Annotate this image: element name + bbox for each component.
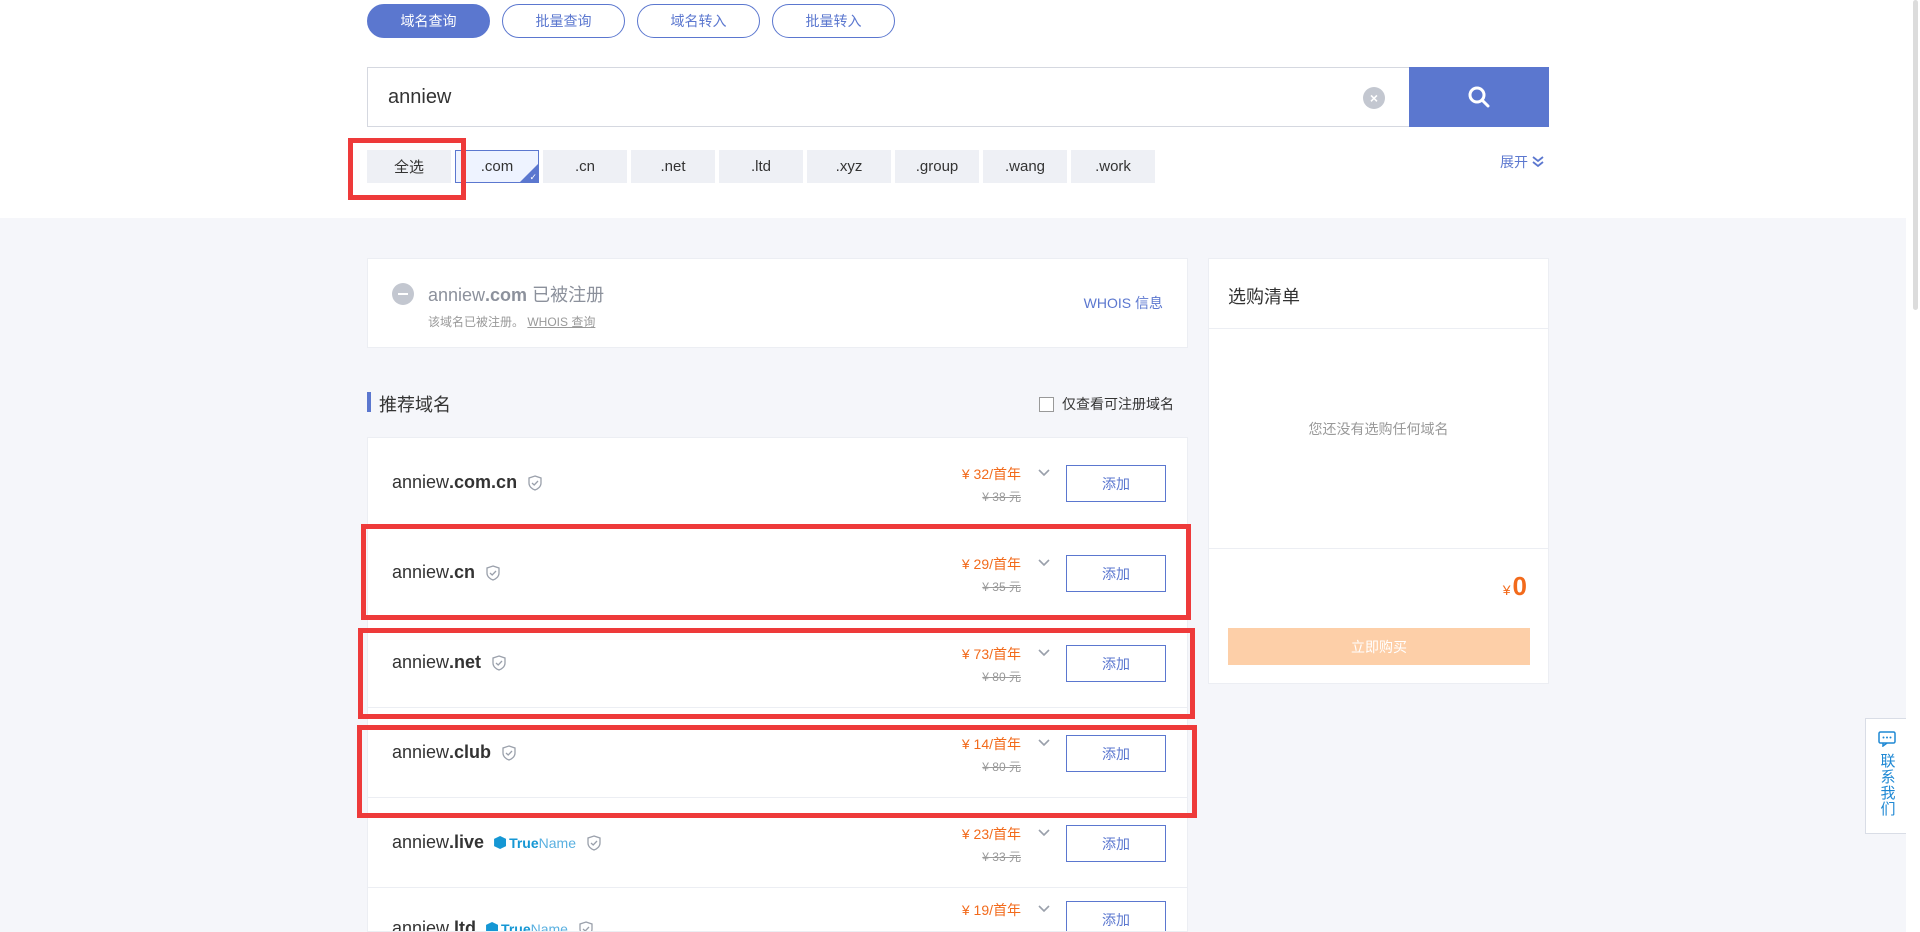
check-icon: ✓	[529, 172, 537, 182]
truename-badge: True Name	[486, 920, 568, 932]
recommend-header: 推荐域名 仅查看可注册域名	[367, 390, 1188, 415]
chat-icon	[1878, 731, 1896, 747]
domain-label: anniew	[392, 472, 450, 492]
only-available-label: 仅查看可注册域名	[1062, 396, 1174, 412]
price-original: ¥ 33 元	[982, 850, 1021, 864]
whois-info-link[interactable]: WHOIS 信息	[1084, 293, 1163, 313]
price-original: ¥ 38 元	[982, 490, 1021, 504]
domain-name: anniew.ltd True Name	[392, 918, 594, 932]
registered-title: anniew.com 已被注册	[428, 281, 604, 307]
buy-now-button[interactable]: 立即购买	[1228, 628, 1530, 665]
registered-suffix: .com	[485, 285, 528, 305]
domain-label: anniew	[392, 832, 450, 852]
scrollbar-thumb[interactable]	[1913, 0, 1918, 310]
list-item: anniew.com.cn ¥ 32/首年 ¥ 38 元 添加	[368, 438, 1187, 528]
domain-name: anniew.live True Name	[392, 832, 602, 853]
suffix-xyz[interactable]: .xyz	[807, 150, 891, 183]
truename-logo-icon	[494, 836, 507, 849]
search-icon	[1468, 86, 1490, 108]
truename-text: Name	[530, 920, 568, 932]
tab-batch-query[interactable]: 批量查询	[502, 4, 625, 38]
search-tabs: 域名查询 批量查询 域名转入 批量转入	[367, 4, 895, 38]
registered-note-text: 该域名已被注册。	[428, 315, 525, 329]
minus-icon	[392, 283, 414, 305]
highlight-box	[357, 725, 1197, 818]
price-first-year: ¥ 23/首年	[961, 826, 1021, 842]
cart-panel: 选购清单 您还没有选购任何域名 ¥ 0 立即购买	[1208, 258, 1549, 684]
only-available-checkbox[interactable]: 仅查看可注册域名	[1039, 394, 1174, 414]
domain-label: anniew	[392, 918, 450, 932]
chevron-down-icon[interactable]	[1037, 466, 1051, 480]
shield-icon	[528, 474, 542, 491]
search-panel: 域名查询 批量查询 域名转入 批量转入 × 全选 .com ✓ .cn .net…	[0, 0, 1920, 218]
shield-icon	[587, 834, 601, 851]
contact-us-float[interactable]: 联系我们	[1865, 718, 1909, 834]
currency-symbol: ¥	[1502, 582, 1511, 598]
contact-us-label: 联系我们	[1878, 753, 1896, 817]
suffix-ltd[interactable]: .ltd	[719, 150, 803, 183]
recommend-title: 推荐域名	[379, 395, 451, 415]
cart-empty-text: 您还没有选购任何域名	[1308, 421, 1449, 437]
domain-suffix: .live	[449, 832, 485, 852]
price-block: ¥ 19/首年	[962, 900, 1021, 920]
domain-suffix: .com.cn	[449, 472, 518, 492]
chevron-down-icon[interactable]	[1037, 826, 1051, 840]
price-block: ¥ 23/首年 ¥ 33 元	[962, 824, 1021, 865]
cart-title: 选购清单	[1228, 287, 1300, 307]
tab-batch-transfer[interactable]: 批量转入	[772, 4, 895, 38]
domain-search: ×	[367, 67, 1549, 127]
expand-toggle[interactable]: 展开	[1500, 152, 1544, 172]
total-amount: 0	[1512, 571, 1527, 601]
double-chevron-down-icon	[1532, 156, 1544, 168]
list-item: anniew.ltd True Name ¥ 19/首年 添加	[368, 888, 1187, 932]
highlight-box	[348, 138, 466, 200]
truename-text: True	[501, 920, 531, 932]
divider	[1209, 548, 1548, 549]
suffix-net[interactable]: .net	[631, 150, 715, 183]
suffix-label: .com	[480, 158, 514, 175]
checkbox-icon	[1039, 396, 1054, 412]
add-button[interactable]: 添加	[1066, 825, 1166, 862]
truename-badge: True Name	[494, 835, 576, 851]
suffix-group[interactable]: .group	[895, 150, 979, 183]
search-input[interactable]	[388, 85, 1288, 109]
shield-icon	[579, 920, 593, 931]
registered-name: anniew	[428, 285, 486, 305]
price-first-year: ¥ 32/首年	[961, 466, 1021, 482]
search-box: ×	[367, 67, 1409, 127]
tab-domain-transfer[interactable]: 域名转入	[637, 4, 760, 38]
chevron-down-icon[interactable]	[1037, 902, 1051, 916]
section-accent-bar	[367, 392, 371, 412]
suffix-com[interactable]: .com ✓	[455, 150, 539, 183]
suffix-wang[interactable]: .wang	[983, 150, 1067, 183]
clear-icon[interactable]: ×	[1363, 87, 1385, 109]
add-button[interactable]: 添加	[1066, 465, 1166, 502]
price-first-year: ¥ 19/首年	[961, 902, 1021, 918]
registered-note: 该域名已被注册。 WHOIS 查询	[428, 313, 595, 330]
truename-text: Name	[538, 834, 577, 851]
expand-label: 展开	[1500, 154, 1528, 170]
cart-total: ¥ 0	[1503, 571, 1527, 602]
suffix-filter: 全选 .com ✓ .cn .net .ltd .xyz .group .wan…	[367, 150, 1155, 183]
highlight-box	[358, 628, 1195, 719]
truename-text: True	[509, 834, 539, 851]
add-button[interactable]: 添加	[1066, 901, 1166, 931]
tab-domain-query[interactable]: 域名查询	[367, 4, 490, 38]
registered-status: 已被注册	[532, 285, 605, 305]
truename-logo-icon	[486, 922, 499, 931]
price-block: ¥ 32/首年 ¥ 38 元	[962, 464, 1021, 505]
whois-query-link[interactable]: WHOIS 查询	[527, 315, 595, 329]
suffix-work[interactable]: .work	[1071, 150, 1155, 183]
search-button[interactable]	[1409, 67, 1549, 127]
highlight-box	[361, 524, 1191, 620]
domain-name: anniew.com.cn	[392, 472, 543, 493]
suffix-cn[interactable]: .cn	[543, 150, 627, 183]
divider	[1209, 328, 1548, 329]
registered-result: anniew.com 已被注册 该域名已被注册。 WHOIS 查询 WHOIS …	[367, 258, 1188, 348]
domain-suffix: .ltd	[449, 918, 477, 932]
